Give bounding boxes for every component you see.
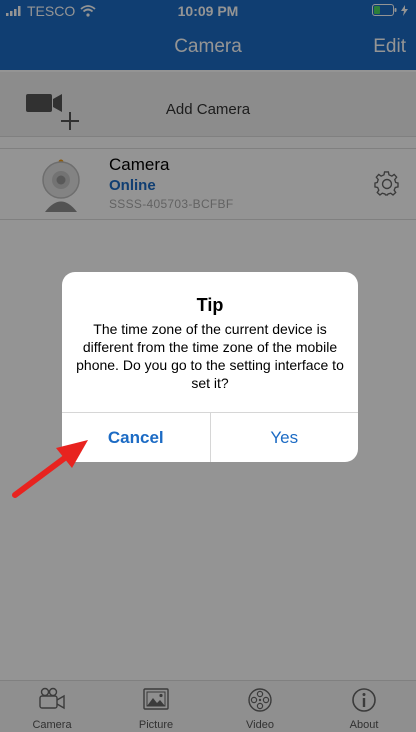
cancel-button[interactable]: Cancel xyxy=(62,413,211,462)
dialog-message: The time zone of the current device is d… xyxy=(76,321,344,391)
yes-button[interactable]: Yes xyxy=(211,413,359,462)
timezone-alert-dialog: Tip The time zone of the current device … xyxy=(62,272,358,462)
dialog-title: Tip xyxy=(196,295,224,315)
app-screen: TESCO 10:09 PM Camera Edit Add Camera Ca… xyxy=(0,0,416,732)
dialog-button-row: Cancel Yes xyxy=(62,412,358,462)
